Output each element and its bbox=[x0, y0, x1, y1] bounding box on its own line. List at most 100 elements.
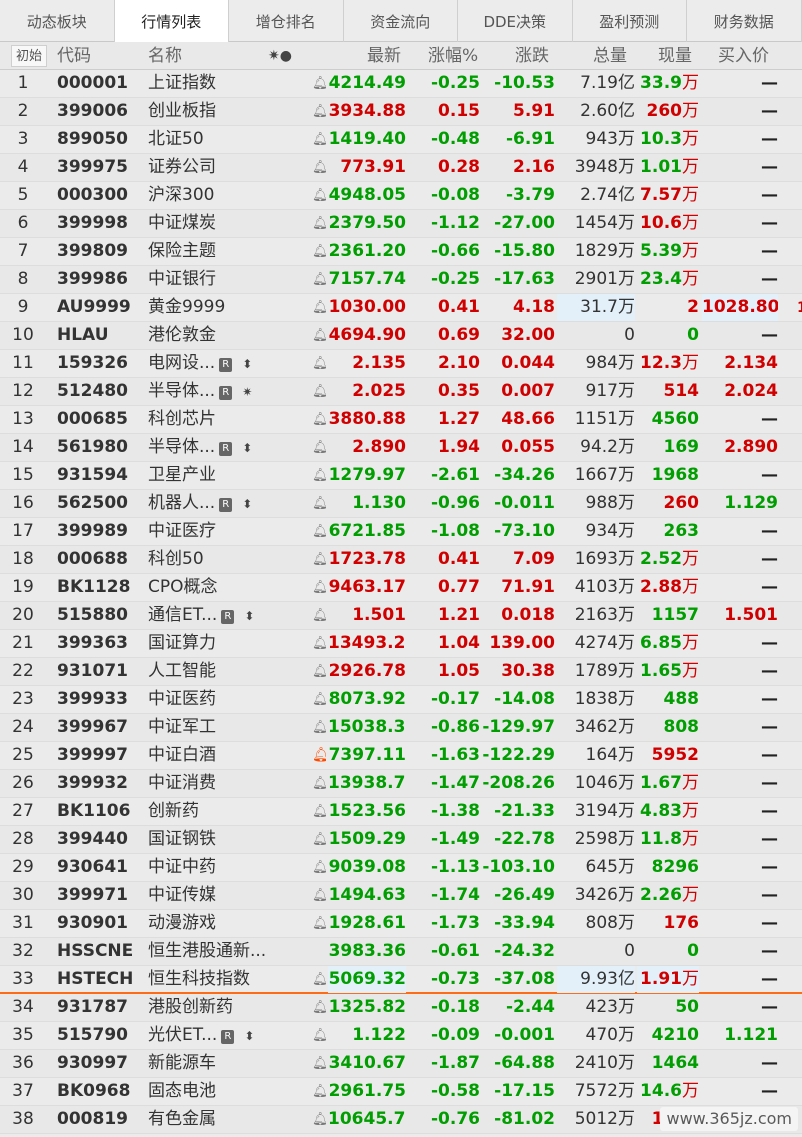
bell-icon[interactable]: 🔔︎ bbox=[312, 406, 326, 433]
change-percent: -1.73 bbox=[410, 910, 480, 937]
table-row[interactable]: 31 930901 动漫游戏 🔔︎ 1928.61 -1.73 -33.94 808万 176— bbox=[0, 910, 802, 938]
tab-5[interactable]: 盈利预测 bbox=[573, 0, 687, 42]
bell-icon[interactable]: 🔔︎ bbox=[312, 266, 326, 293]
bell-icon[interactable]: 🔔︎ bbox=[312, 1050, 326, 1077]
stock-name-text: 中证煤炭 bbox=[148, 213, 216, 233]
table-row[interactable]: 13 000685 科创芯片 🔔︎ 3880.88 1.27 48.66 1151万 4560— bbox=[0, 406, 802, 434]
bell-icon[interactable]: 🔔︎ bbox=[312, 798, 326, 825]
bell-icon[interactable]: 🔔︎ bbox=[312, 378, 326, 405]
header-code[interactable]: 代码 bbox=[57, 42, 91, 70]
change-percent-text: 1.21 bbox=[438, 605, 480, 625]
bell-icon[interactable]: 🔔︎ bbox=[312, 462, 326, 489]
header-current[interactable]: 现量 bbox=[658, 42, 692, 70]
table-row[interactable]: 12 512480 半导体... R ✷ 🔔︎ 2.025 0.35 0.007 917万 514 2… bbox=[0, 378, 802, 406]
table-row[interactable]: 7 399809 保险主题 🔔︎ 2361.20 -0.66 -15.80 1829万 5.39… bbox=[0, 238, 802, 266]
tab-4[interactable]: DDE决策 bbox=[458, 0, 573, 42]
table-row[interactable]: 32 HSSCNE 恒生港股通新... 3983.36 -0.61 -24.32 0 0 — bbox=[0, 938, 802, 966]
bell-icon[interactable]: 🔔︎ bbox=[312, 742, 326, 769]
table-row[interactable]: 22 931071 人工智能 🔔︎ 2926.78 1.05 30.38 1789万 1.65万… bbox=[0, 658, 802, 686]
table-row[interactable]: 2 399006 创业板指 🔔︎ 3934.88 0.15 5.91 2.60亿 260万 — bbox=[0, 98, 802, 126]
table-row[interactable]: 27 BK1106 创新药 🔔︎ 1523.56 -1.38 -21.33 3194万 4.83… bbox=[0, 798, 802, 826]
bell-icon[interactable]: 🔔︎ bbox=[312, 1078, 326, 1105]
stock-code-text: HSSCNE bbox=[57, 941, 134, 961]
table-row[interactable]: 8 399986 中证银行 🔔︎ 7157.74 -0.25 -17.63 2901万 23.4… bbox=[0, 266, 802, 294]
tab-1[interactable]: 行情列表 bbox=[114, 0, 229, 42]
bell-icon[interactable]: 🔔︎ bbox=[312, 322, 326, 349]
bell-icon[interactable]: 🔔︎ bbox=[312, 826, 326, 853]
table-row[interactable]: 26399932中证消费🔔︎13938.71-1.47-208.261046万1… bbox=[0, 770, 802, 798]
bell-icon[interactable]: 🔔︎ bbox=[312, 1106, 326, 1133]
bell-icon[interactable]: 🔔︎ bbox=[312, 154, 326, 181]
table-row[interactable]: 6 399998 中证煤炭 🔔︎ 2379.50 -1.12 -27.00 1454万 10.6… bbox=[0, 210, 802, 238]
table-row[interactable]: 5 000300 沪深300 🔔︎ 4948.05 -0.08 -3.79 2.74亿 7.57… bbox=[0, 182, 802, 210]
bell-icon[interactable]: 🔔︎ bbox=[312, 686, 326, 713]
bell-icon[interactable]: 🔔︎ bbox=[312, 910, 326, 937]
bell-icon[interactable]: 🔔︎ bbox=[312, 770, 326, 797]
header-bid[interactable]: 买入价 bbox=[718, 42, 769, 70]
table-row[interactable]: 4 399975 证券公司 🔔︎ 773.91 0.28 2.16 3948万 1.01万 — bbox=[0, 154, 802, 182]
table-row[interactable]: 15 931594 卫星产业 🔔︎ 1279.97 -2.61 -34.26 1667万 196… bbox=[0, 462, 802, 490]
bell-icon[interactable]: 🔔︎ bbox=[312, 434, 326, 461]
header-pct[interactable]: 涨幅% bbox=[428, 42, 478, 70]
table-row[interactable]: 35 515790 光伏ET... R ⬍ 🔔︎ 1.122 -0.09 -0.001 470万 4… bbox=[0, 1022, 802, 1050]
bell-icon[interactable]: 🔔︎ bbox=[312, 70, 326, 97]
total-volume: 988万 bbox=[557, 490, 635, 517]
table-row[interactable]: 10 HLAU 港伦敦金 🔔︎ 4694.90 0.69 32.00 0 0 — bbox=[0, 322, 802, 350]
table-row[interactable]: 3 899050 北证50 🔔︎ 1419.40 -0.48 -6.91 943万 10.3万 — bbox=[0, 126, 802, 154]
bell-icon[interactable]: 🔔︎ bbox=[312, 574, 326, 601]
tab-3[interactable]: 资金流向 bbox=[344, 0, 458, 42]
bell-icon[interactable]: 🔔︎ bbox=[312, 182, 326, 209]
table-row[interactable]: 29 930641 中证中药 🔔︎ 9039.08 -1.13 -103.10 645万 829… bbox=[0, 854, 802, 882]
table-row[interactable]: 23 399933 中证医药 🔔︎ 8073.92 -0.17 -14.08 1838万 488… bbox=[0, 686, 802, 714]
header-chg[interactable]: 涨跌 bbox=[515, 42, 549, 70]
bell-icon[interactable]: 🔔︎ bbox=[312, 602, 326, 629]
table-row[interactable]: 30 399971 中证传媒 🔔︎ 1494.63 -1.74 -26.49 3426万 2.2… bbox=[0, 882, 802, 910]
table-row[interactable]: 21399363国证算力🔔︎13493.221.04139.004274万6.8… bbox=[0, 630, 802, 658]
bell-icon[interactable]: 🔔︎ bbox=[312, 966, 326, 993]
table-row[interactable]: 19 BK1128 CPO概念 🔔︎ 9463.17 0.77 71.91 4103万 2.88… bbox=[0, 574, 802, 602]
bell-icon[interactable]: 🔔︎ bbox=[312, 882, 326, 909]
table-row[interactable]: 20 515880 通信ET... R ⬍ 🔔︎ 1.501 1.21 0.018 2163万 11… bbox=[0, 602, 802, 630]
table-row[interactable]: 33 HSTECH 恒生科技指数 🔔︎ 5069.32 -0.73 -37.08 9.93亿 1… bbox=[0, 966, 802, 994]
tab-2[interactable]: 增仓排名 bbox=[229, 0, 344, 42]
table-row[interactable]: 11 159326 电网设... R ⬍ 🔔︎ 2.135 2.10 0.044 984万 12.3… bbox=[0, 350, 802, 378]
table-row[interactable]: 17 399989 中证医疗 🔔︎ 6721.85 -1.08 -73.10 934万 263— bbox=[0, 518, 802, 546]
table-row[interactable]: 36 930997 新能源车 🔔︎ 3410.67 -1.87 -64.88 2410万 146… bbox=[0, 1050, 802, 1078]
stock-name: 机器人... R ⬍ bbox=[148, 490, 308, 517]
bell-icon[interactable]: 🔔︎ bbox=[312, 490, 326, 517]
header-price[interactable]: 最新 bbox=[367, 42, 401, 70]
table-row[interactable]: 34 931787 港股创新药 🔔︎ 1325.82 -0.18 -2.44 423万 50— bbox=[0, 994, 802, 1022]
total-volume-text: 1046 bbox=[574, 773, 618, 793]
bell-icon[interactable]: 🔔︎ bbox=[312, 294, 326, 321]
tab-6[interactable]: 财务数据 bbox=[687, 0, 802, 42]
bell-icon[interactable]: 🔔︎ bbox=[312, 714, 326, 741]
change-percent: 1.21 bbox=[410, 602, 480, 629]
table-row[interactable]: 16 562500 机器人... R ⬍ 🔔︎ 1.130 -0.96 -0.011 988万 26… bbox=[0, 490, 802, 518]
bell-icon[interactable]: 🔔︎ bbox=[312, 1022, 326, 1049]
bell-icon[interactable]: 🔔︎ bbox=[312, 126, 326, 153]
header-marks[interactable]: ✷● bbox=[268, 42, 292, 70]
header-sort-reset[interactable]: 初始 bbox=[11, 45, 47, 67]
bell-icon[interactable]: 🔔︎ bbox=[312, 350, 326, 377]
stock-name: 有色金属 bbox=[148, 1106, 308, 1133]
bell-icon[interactable]: 🔔︎ bbox=[312, 98, 326, 125]
bell-icon[interactable]: 🔔︎ bbox=[312, 546, 326, 573]
table-row[interactable]: 9 AU9999 黄金9999 🔔︎ 1030.00 0.41 4.18 31.7万 2 1028… bbox=[0, 294, 802, 322]
bell-icon[interactable]: 🔔︎ bbox=[312, 630, 326, 657]
table-row[interactable]: 37 BK0968 固态电池 🔔︎ 2961.75 -0.58 -17.15 7572万 14.… bbox=[0, 1078, 802, 1106]
header-volume[interactable]: 总量 bbox=[593, 42, 627, 70]
tab-0[interactable]: 动态板块 bbox=[0, 0, 115, 42]
table-row[interactable]: 18 000688 科创50 🔔︎ 1723.78 0.41 7.09 1693万 2.52万 — bbox=[0, 546, 802, 574]
bell-icon[interactable]: 🔔︎ bbox=[312, 854, 326, 881]
bell-icon[interactable]: 🔔︎ bbox=[312, 238, 326, 265]
table-row[interactable]: 14 561980 半导体... R ⬍ 🔔︎ 2.890 1.94 0.055 94.2万 169… bbox=[0, 434, 802, 462]
bell-icon[interactable]: 🔔︎ bbox=[312, 518, 326, 545]
bell-icon[interactable]: 🔔︎ bbox=[312, 658, 326, 685]
header-name[interactable]: 名称 bbox=[148, 42, 182, 70]
table-row[interactable]: 25 399997 中证白酒 🔔︎ 7397.11 -1.63 -122.29 164万 595… bbox=[0, 742, 802, 770]
table-row[interactable]: 28 399440 国证钢铁 🔔︎ 1509.29 -1.49 -22.78 2598万 11.… bbox=[0, 826, 802, 854]
bell-icon[interactable]: 🔔︎ bbox=[312, 210, 326, 237]
table-row[interactable]: 24399967中证军工🔔︎15038.31-0.86-129.973462万8… bbox=[0, 714, 802, 742]
table-row[interactable]: 1 000001 上证指数 🔔︎ 4214.49 -0.25 -10.53 7.19亿 33.9… bbox=[0, 70, 802, 98]
bell-icon[interactable]: 🔔︎ bbox=[312, 994, 326, 1021]
